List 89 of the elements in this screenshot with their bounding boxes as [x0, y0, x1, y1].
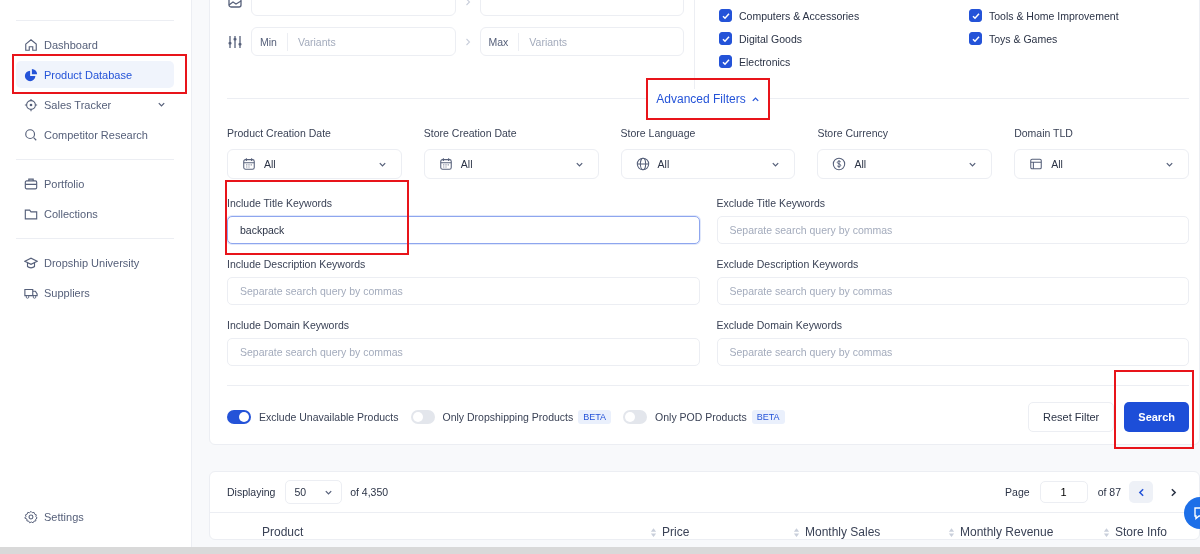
checkbox[interactable]	[719, 9, 732, 22]
field-label: Store Creation Date	[423, 127, 518, 139]
calendar-icon	[438, 157, 453, 171]
sidebar-item[interactable]: Collections	[16, 200, 174, 227]
min-input[interactable]: Variants	[287, 34, 420, 49]
keyword-field[interactable]: backpack	[227, 216, 700, 244]
checkbox[interactable]	[969, 9, 982, 22]
toggle-switch[interactable]	[623, 410, 648, 424]
field-label: Store Language	[620, 127, 697, 139]
toggle-switch[interactable]	[227, 410, 251, 424]
toggle-switch[interactable]	[410, 410, 435, 424]
checkbox[interactable]	[969, 32, 982, 45]
per-page-dropdown[interactable]: 50	[285, 480, 343, 504]
column-header[interactable]: Store Info	[1103, 525, 1183, 539]
folder-icon	[24, 206, 38, 221]
keyword-field[interactable]: Separate search query by commas	[716, 338, 1189, 366]
dropdown[interactable]: All	[423, 149, 599, 179]
page-label: Page	[1005, 486, 1030, 498]
total-count: of 4,350	[350, 486, 389, 498]
chevron-down-icon	[157, 100, 166, 109]
calendar-icon	[242, 157, 256, 171]
sidebar-item[interactable]: Dashboard	[16, 31, 174, 58]
sidebar-item[interactable]: Settings	[16, 503, 174, 530]
column-header[interactable]: Monthly Sales	[793, 525, 948, 539]
sidebar-item[interactable]: Dropship University	[16, 249, 174, 276]
page-field[interactable]: 1	[1039, 481, 1088, 503]
field-label: Product Creation Date	[227, 127, 332, 139]
sliders-icon	[227, 33, 243, 50]
dropdown[interactable]: All	[1014, 149, 1189, 179]
browser-window-icon	[1029, 157, 1044, 171]
column-header[interactable]: Price	[650, 525, 793, 539]
field-label: Include Domain Keywords	[227, 319, 350, 331]
sidebar-item[interactable]: Product Database	[16, 61, 174, 88]
field-label: Exclude Domain Keywords	[716, 319, 843, 331]
beta-badge: BETA	[578, 410, 612, 424]
search-icon	[24, 127, 38, 142]
keyword-field[interactable]: Separate search query by commas	[716, 216, 1189, 244]
keyword-field[interactable]: Separate search query by commas	[716, 277, 1189, 305]
dropdown[interactable]: All	[227, 149, 402, 179]
chevron-up-icon	[750, 94, 760, 104]
beta-badge: BETA	[751, 410, 785, 424]
checkbox-label: Tools & Home Improvement	[989, 9, 1119, 22]
previous-page-button[interactable]	[1129, 481, 1153, 503]
max-input[interactable]: Variants	[519, 34, 652, 49]
min-field[interactable]: Min Variants	[251, 27, 456, 56]
dropdown[interactable]: All	[620, 149, 796, 179]
pie-chart-icon	[24, 67, 38, 82]
reset-filter-button[interactable]: Reset Filter	[1028, 402, 1115, 432]
field-label: Store Currency	[817, 127, 889, 139]
field-label: Exclude Title Keywords	[716, 197, 827, 209]
field-label: Include Description Keywords	[227, 258, 367, 270]
sidebar-item[interactable]: Portfolio	[16, 170, 174, 197]
checkbox-label: Electronics	[739, 55, 791, 68]
column-header[interactable]: Product	[262, 525, 650, 539]
briefcase-icon	[24, 176, 38, 191]
search-button[interactable]: Search	[1124, 402, 1189, 432]
field-label: Include Title Keywords	[227, 197, 334, 209]
toggle-label: Only POD Products	[655, 411, 747, 423]
settings-icon	[24, 509, 38, 524]
keyword-field[interactable]: Separate search query by commas	[227, 338, 700, 366]
toggle-label: Only Dropshipping Products	[442, 411, 574, 423]
max-field[interactable]: Max Variants	[479, 27, 684, 56]
checkbox-label: Digital Goods	[739, 32, 803, 45]
target-icon	[24, 97, 38, 112]
chevron-right-icon	[463, 36, 472, 47]
sidebar-item[interactable]: Sales Tracker	[16, 91, 174, 118]
keyword-field[interactable]: Separate search query by commas	[227, 277, 700, 305]
sort-icon	[1103, 526, 1110, 538]
checkbox-label: Computers & Accessories	[739, 9, 860, 22]
sidebar-item[interactable]: Suppliers	[16, 279, 174, 306]
globe-icon	[635, 157, 650, 171]
checkbox[interactable]	[719, 32, 732, 45]
field-label: Exclude Description Keywords	[716, 258, 860, 270]
sort-icon	[650, 526, 657, 538]
column-header[interactable]: Monthly Revenue	[948, 525, 1103, 539]
home-icon	[24, 37, 38, 52]
toggle-label: Exclude Unavailable Products	[259, 411, 399, 423]
chevron-right-icon	[463, 0, 472, 7]
sort-icon	[793, 526, 800, 538]
dropdown[interactable]: All	[817, 149, 993, 179]
field-label: Domain TLD	[1014, 127, 1074, 139]
checkbox[interactable]	[719, 55, 732, 68]
displaying-label: Displaying	[227, 486, 276, 498]
graduation-cap-icon	[24, 255, 38, 270]
page-total: of 87	[1097, 486, 1121, 498]
sort-icon	[948, 526, 955, 538]
checkbox-label: Toys & Games	[989, 32, 1058, 45]
dollar-icon	[832, 157, 847, 171]
sidebar-item[interactable]: Competitor Research	[16, 121, 174, 148]
